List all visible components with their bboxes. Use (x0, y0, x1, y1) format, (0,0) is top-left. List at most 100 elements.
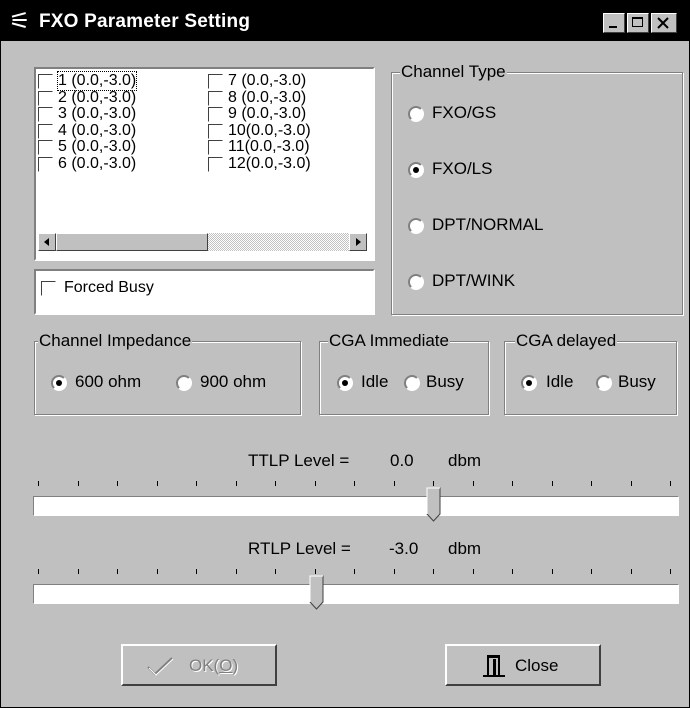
rtlp-tick (77, 569, 79, 574)
channel-label-12: 12(0.0,-3.0) (228, 154, 311, 172)
channel-type-radio-dpt-normal-ring (408, 218, 424, 234)
channel-checkbox-5[interactable] (38, 140, 53, 155)
cga-delayed-radio-idle[interactable] (521, 375, 537, 391)
cga-delayed-radio-busy-ring (596, 375, 612, 391)
channel-label-3: 3 (0.0,-3.0) (58, 105, 137, 122)
rtlp-tick (354, 569, 355, 574)
ttlp-tick (235, 481, 237, 486)
ttlp-tick (314, 481, 316, 486)
cga-delayed-radio-idle-ring (521, 375, 537, 391)
channel-checkbox-10[interactable] (208, 123, 223, 139)
ttlp-tick (512, 481, 513, 486)
close-window-button[interactable] (651, 13, 677, 33)
close-button-label: Close (515, 656, 559, 675)
channel-list[interactable]: 1 (0.0,-3.0) 2 (0.0,-3.0) 3 (0.0,-3.0) 4 (0… (34, 67, 375, 261)
channel-type-group: Channel Type FXO/GS FXO/LS DPT/NORMAL DPT/W… (391, 62, 683, 315)
minimize-button[interactable] (603, 13, 625, 33)
cga-immediate-label-busy: Busy (426, 372, 464, 391)
forced-busy-checkbox[interactable] (41, 281, 56, 296)
channel-type-radio-dpt-normal[interactable] (408, 218, 424, 234)
ok-accelerator-key: O (219, 656, 233, 675)
scroll-right-button[interactable] (349, 233, 367, 251)
cga-immediate-radio-busy-ring (404, 375, 420, 391)
channel-checkbox-9[interactable] (208, 107, 223, 122)
ttlp-tick (591, 481, 592, 486)
checkmark-icon (147, 657, 174, 676)
cga-delayed-label-idle: Idle (546, 372, 574, 391)
ttlp-tick (117, 481, 118, 486)
rtlp-tick (117, 569, 118, 574)
channel-checkbox-7[interactable] (208, 74, 223, 89)
rtlp-value: -3.0 (389, 539, 419, 558)
channel-label-4: 4 (0.0,-3.0) (58, 121, 137, 139)
ttlp-slider-track[interactable] (33, 496, 679, 516)
ttlp-tick (670, 481, 671, 486)
channel-impedance-group: Channel Impedance 600 ohm 900 ohm (34, 331, 301, 415)
ttlp-tick (630, 481, 632, 486)
cga-immediate-radio-idle-ring (337, 375, 353, 391)
cga-immediate-label-idle: Idle (361, 372, 389, 391)
channel-type-radio-fxo-gs-ring (408, 106, 424, 122)
impedance-label-600-ohm: 600 ohm (75, 372, 142, 391)
cga-delayed-group: CGA delayed Idle Busy (504, 331, 677, 415)
channel-checkbox-3[interactable] (38, 107, 53, 122)
scroll-left-button[interactable] (38, 233, 56, 251)
cga-immediate-group: CGA Immediate Idle Busy (319, 331, 489, 415)
channel-checkbox-11[interactable] (208, 140, 223, 155)
maximize-button[interactable] (627, 13, 649, 33)
title-bar[interactable]: ⚟ FXO Parameter Setting (1, 1, 689, 41)
ttlp-unit: dbm (448, 451, 482, 470)
ttlp-tick (472, 481, 474, 486)
forced-busy-label: Forced Busy (64, 279, 154, 296)
ttlp-tick (196, 481, 197, 486)
impedance-radio-600-ohm-ring (51, 375, 67, 391)
rtlp-tick (551, 569, 553, 574)
cga-delayed-label-busy: Busy (618, 372, 656, 391)
channel-checkbox-12[interactable] (208, 156, 223, 172)
channel-label-10: 10(0.0,-3.0) (228, 121, 311, 139)
channel-label-8: 8 (0.0,-3.0) (228, 88, 307, 106)
channel-type-radio-fxo-ls-ring (408, 162, 424, 178)
channel-label-2: 2 (0.0,-3.0) (58, 88, 137, 106)
close-button[interactable]: Close (445, 644, 601, 686)
rtlp-slider-track[interactable] (33, 584, 679, 604)
rtlp-tick (235, 569, 237, 574)
cga-immediate-radio-idle[interactable] (337, 375, 353, 391)
impedance-label-900-ohm: 900 ohm (200, 372, 267, 391)
door-exit-icon (483, 655, 505, 677)
scroll-thumb[interactable] (56, 233, 208, 251)
impedance-radio-600-ohm-dot (56, 380, 62, 386)
rtlp-label: RTLP Level = (248, 539, 351, 558)
channel-checkbox-8[interactable] (208, 90, 223, 106)
channel-type-label-dpt-normal: DPT/NORMAL (432, 215, 544, 234)
cga-immediate-radio-idle-dot (342, 380, 348, 386)
rtlp-tick (314, 569, 316, 574)
window-title: FXO Parameter Setting (39, 11, 251, 32)
app-icon: ⚟ (9, 7, 31, 35)
channel-label-9: 9 (0.0,-3.0) (228, 105, 307, 122)
channel-checkbox-1[interactable] (38, 74, 53, 89)
channel-checkbox-2[interactable] (38, 90, 53, 106)
impedance-radio-600-ohm[interactable] (51, 375, 67, 391)
channel-type-radio-fxo-ls[interactable] (408, 162, 424, 178)
channel-label-5: 5 (0.0,-3.0) (58, 138, 137, 155)
scroll-track[interactable] (208, 233, 349, 251)
channel-label-6: 6 (0.0,-3.0) (58, 154, 137, 172)
channel-checkbox-6[interactable] (38, 156, 53, 172)
cga-immediate-radio-busy[interactable] (404, 375, 420, 391)
rtlp-unit: dbm (448, 539, 482, 558)
impedance-radio-900-ohm[interactable] (176, 375, 192, 391)
rtlp-slider-thumb[interactable] (309, 575, 325, 611)
rtlp-tick (472, 569, 474, 574)
ttlp-tick (77, 481, 79, 486)
channel-type-legend: Channel Type (400, 62, 507, 82)
cga-delayed-radio-idle-dot (526, 380, 532, 386)
rtlp-tick (591, 569, 592, 574)
cga-delayed-radio-busy[interactable] (596, 375, 612, 391)
channel-type-radio-dpt-wink[interactable] (408, 274, 424, 290)
rtlp-tick (275, 569, 276, 574)
ok-button[interactable]: OK(O) (121, 644, 277, 686)
channel-type-radio-fxo-gs[interactable] (408, 106, 424, 122)
ttlp-slider-thumb[interactable] (426, 487, 442, 523)
channel-checkbox-4[interactable] (38, 123, 53, 139)
